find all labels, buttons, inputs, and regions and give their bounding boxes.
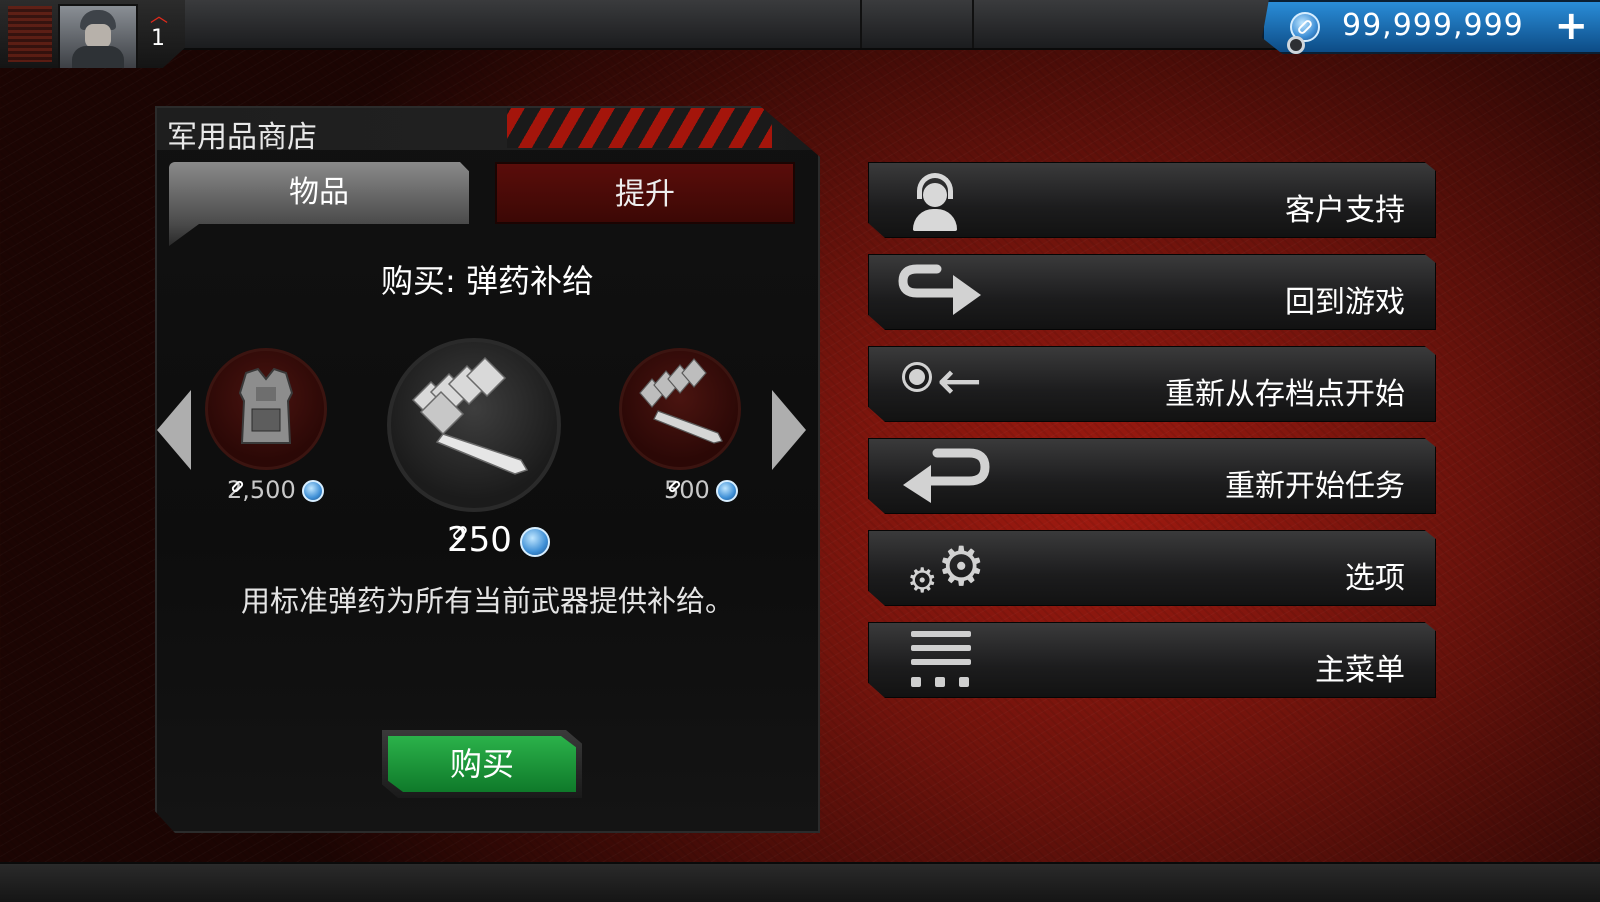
previous-item-arrow-icon[interactable]: [157, 390, 191, 470]
menu-lines-icon: [897, 629, 987, 691]
main-menu-button[interactable]: 主菜单: [868, 622, 1436, 698]
checkpoint-back-icon: ←: [897, 349, 987, 415]
return-arrow-icon: [897, 261, 987, 323]
shop-title: 军用品商店: [167, 120, 317, 155]
rank-level: 1: [151, 26, 165, 51]
headset-icon: [897, 169, 987, 231]
item-ammo-supply[interactable]: [387, 338, 561, 512]
avatar-body: [72, 46, 124, 68]
restart-from-checkpoint-button[interactable]: ← 重新从存档点开始: [868, 346, 1436, 422]
menu-dot: [935, 677, 945, 687]
coin-icon: [301, 480, 324, 502]
bottom-bar: [0, 862, 1600, 902]
gear-icon: ⚙: [937, 535, 986, 598]
top-bar: ︿ 1 99,999,999 +: [0, 0, 1600, 68]
rank-chevron-icon: ︿: [150, 6, 168, 27]
return-arrow-svg: [898, 264, 981, 315]
gear-small-icon: ⚙: [907, 561, 938, 601]
hazard-stripes: [507, 108, 772, 148]
avatar-face: [85, 24, 111, 48]
menu-label: 客户支持: [1285, 193, 1405, 228]
menu-label: 回到游戏: [1285, 285, 1405, 320]
profile-decoration: [8, 6, 52, 62]
menu-line: [911, 659, 971, 665]
checkpoint-dot-icon: [909, 369, 925, 385]
item-price: 500: [664, 476, 738, 504]
ammo-clip-icon: [639, 358, 723, 444]
menu-dot: [911, 677, 921, 687]
back-arrow-icon: ←: [937, 349, 983, 412]
top-strip-segment: [860, 0, 974, 48]
menu-label: 重新从存档点开始: [1165, 377, 1405, 412]
menu-line: [911, 631, 971, 637]
menu-label: 重新开始任务: [1225, 469, 1405, 504]
menu-label: 选项: [1345, 561, 1405, 596]
gears-icon: ⚙ ⚙: [897, 535, 987, 601]
coin-icon: [715, 480, 738, 502]
restart-arrow-svg: [903, 448, 990, 503]
headset-body: [913, 209, 957, 231]
options-button[interactable]: ⚙ ⚙ 选项: [868, 530, 1436, 606]
tab-items-tail: [169, 224, 199, 246]
menu-dot: [959, 677, 969, 687]
coin-icon: [519, 526, 550, 557]
ammo-supply-icon: [411, 356, 529, 475]
item-body-armor[interactable]: [205, 348, 327, 470]
buy-button[interactable]: 购买: [382, 730, 582, 798]
item-price: 2,500: [227, 476, 324, 504]
currency-display[interactable]: 99,999,999 +: [1262, 0, 1600, 54]
customer-support-button[interactable]: 客户支持: [868, 162, 1436, 238]
tab-items[interactable]: 物品: [169, 162, 469, 224]
shop-header: 军用品商店: [157, 108, 818, 155]
return-to-game-button[interactable]: 回到游戏: [868, 254, 1436, 330]
selected-item-price: 250: [447, 520, 550, 560]
menu-line: [911, 645, 971, 651]
body-armor-icon: [238, 367, 294, 444]
shop-panel: 军用品商店 物品 提升 购买: 弹药补给 2,500 250 500 用标准弹药…: [155, 106, 820, 833]
player-profile[interactable]: ︿ 1: [0, 0, 185, 68]
purchase-title: 购买: 弹药补给: [381, 262, 594, 300]
buy-button-label: 购买: [388, 736, 576, 792]
headset-head: [923, 183, 947, 207]
currency-amount: 99,999,999: [1342, 8, 1524, 43]
restart-arrow-icon: [897, 445, 990, 507]
add-currency-button[interactable]: +: [1554, 4, 1588, 48]
menu-label: 主菜单: [1315, 653, 1405, 688]
restart-mission-button[interactable]: 重新开始任务: [868, 438, 1436, 514]
tab-upgrade[interactable]: 提升: [495, 162, 795, 224]
top-strip: [180, 0, 1280, 50]
next-item-arrow-icon[interactable]: [772, 390, 806, 470]
small-gear-icon: [1287, 36, 1305, 54]
avatar[interactable]: [58, 4, 138, 68]
item-description: 用标准弹药为所有当前武器提供补给。: [240, 584, 734, 618]
item-ammo-clip[interactable]: [619, 348, 741, 470]
